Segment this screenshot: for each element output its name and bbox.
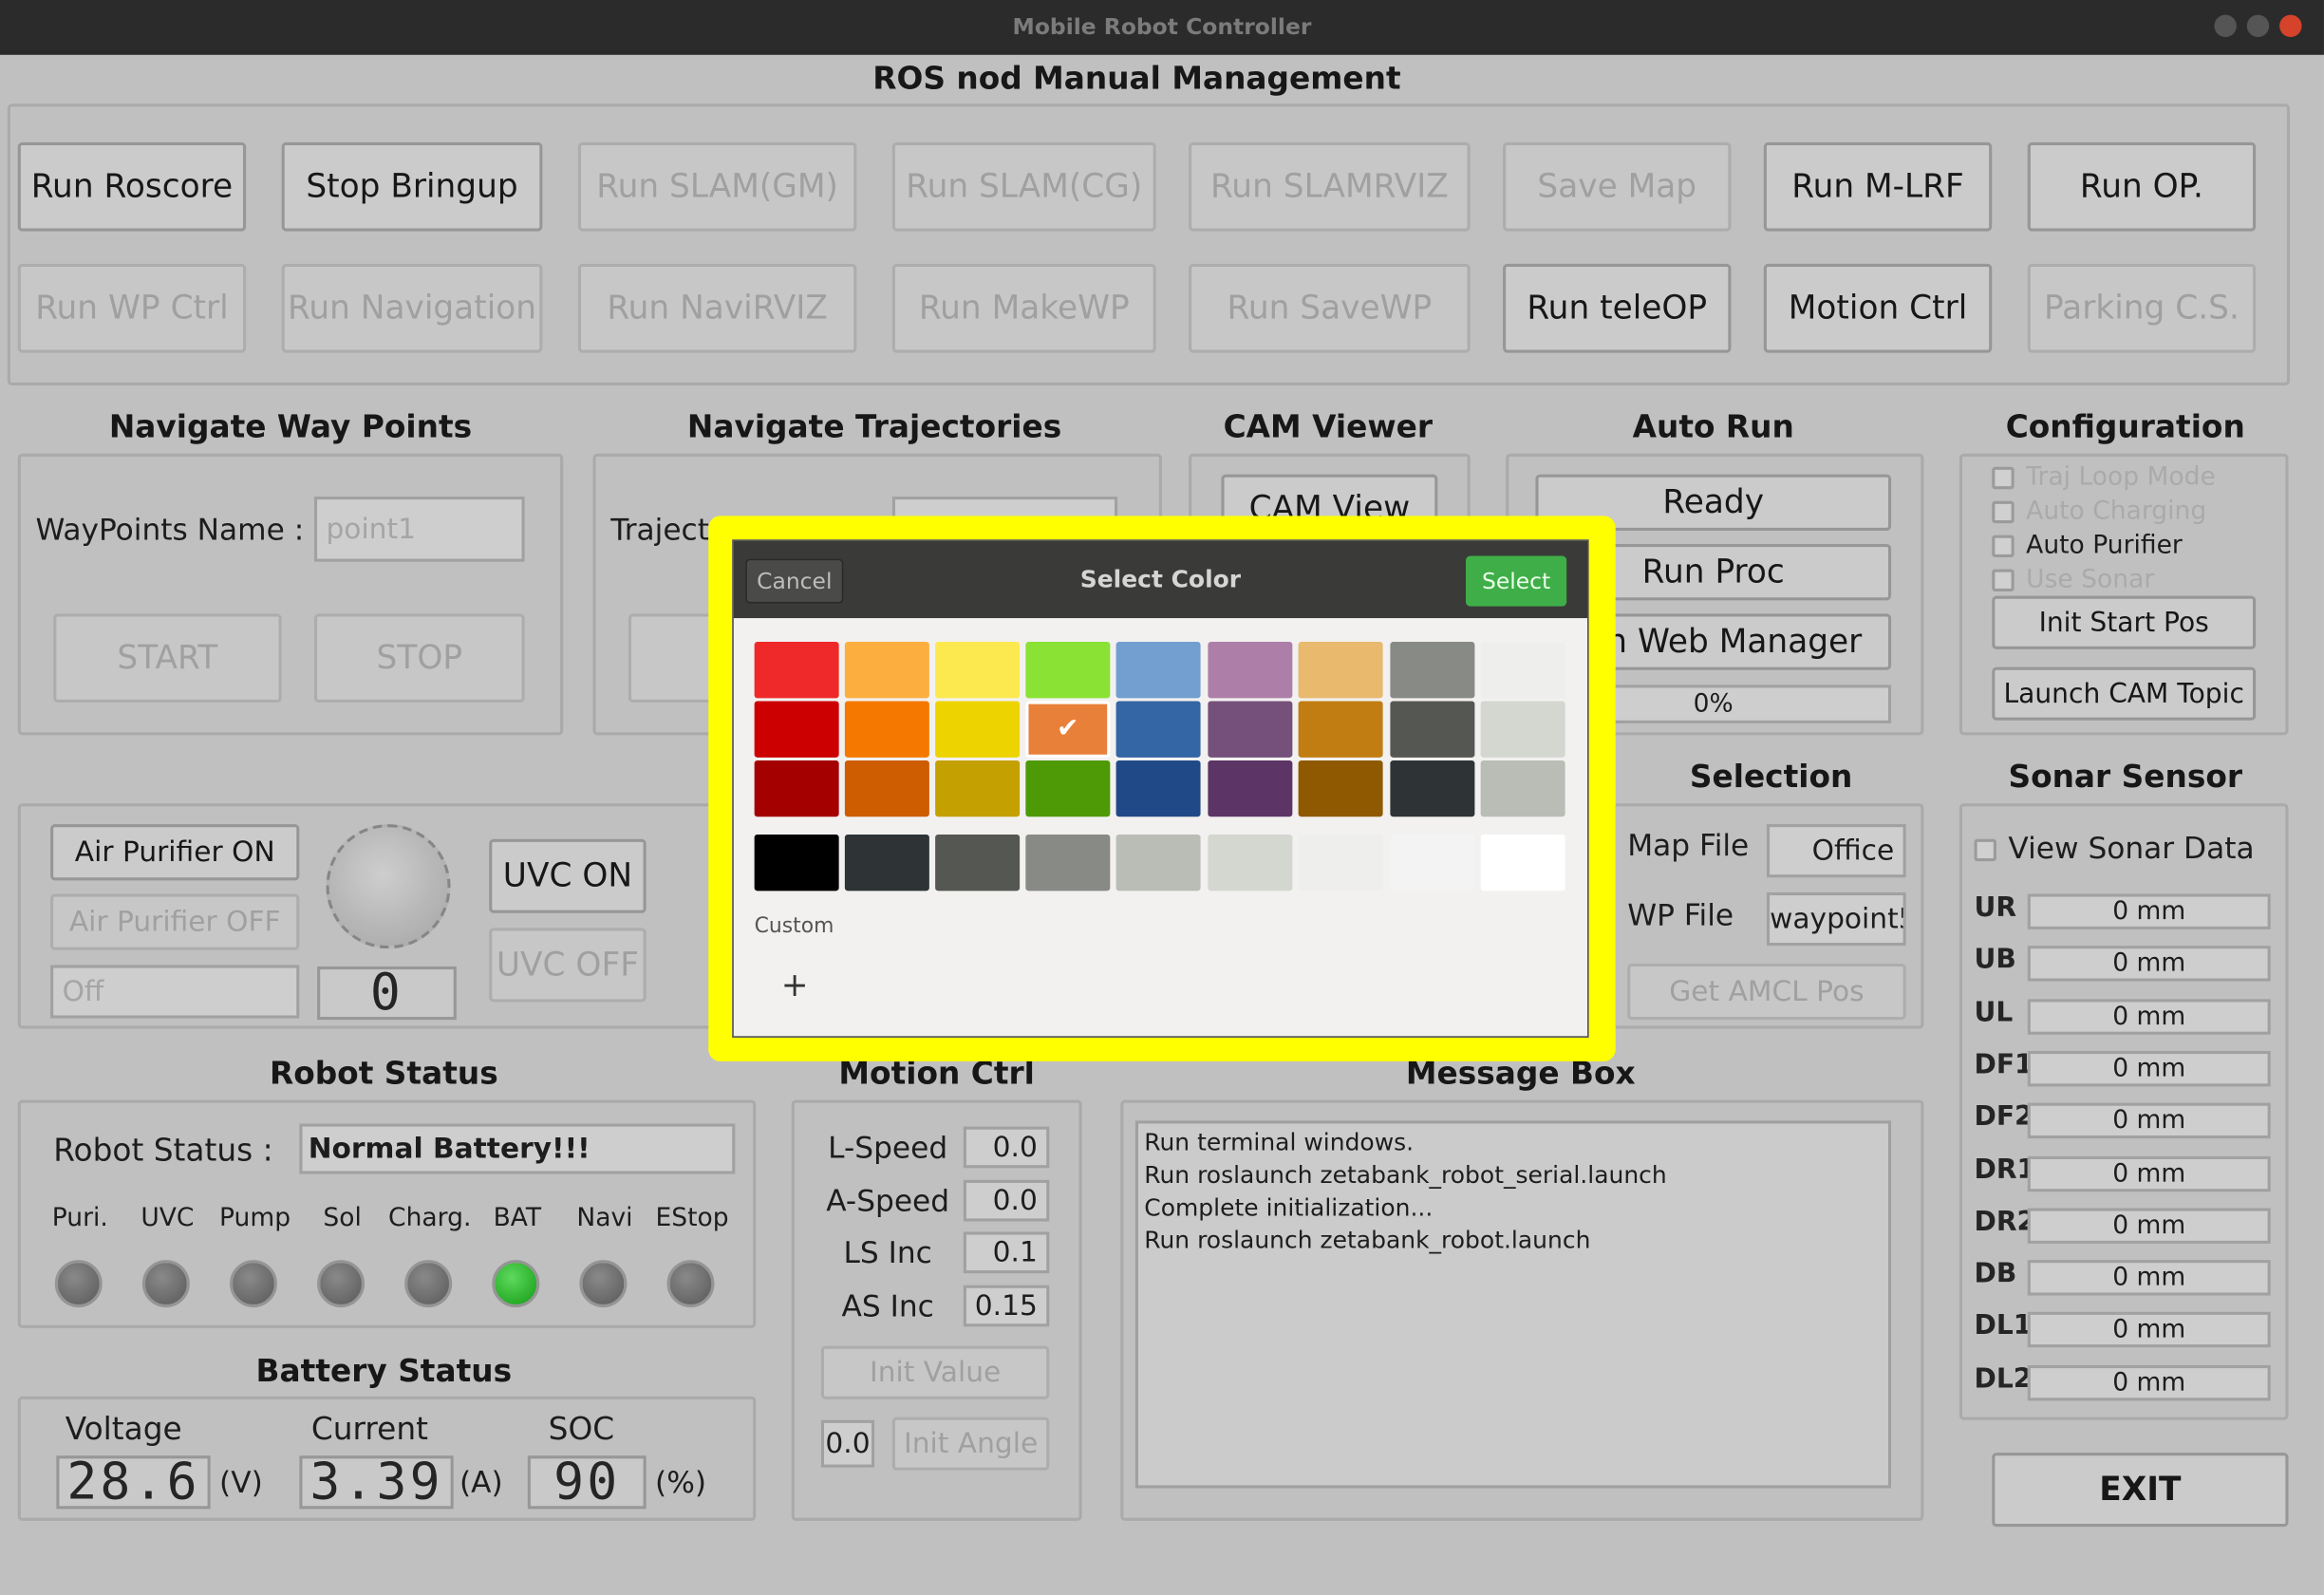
color-swatch[interactable] [844,642,929,699]
gray-swatch[interactable] [935,835,1021,891]
gray-swatch[interactable] [1390,835,1475,891]
color-swatch[interactable] [1390,701,1475,758]
minimize-icon[interactable] [2214,14,2237,38]
color-swatch[interactable] [1390,642,1475,699]
gray-swatch[interactable] [1025,835,1111,891]
check-icon: ✔ [1057,712,1079,744]
color-swatch[interactable] [754,760,839,817]
custom-label: Custom [754,914,834,939]
select-button[interactable]: Select [1466,555,1567,607]
color-swatch[interactable] [1298,701,1383,758]
color-swatch[interactable] [935,701,1021,758]
color-swatch[interactable] [1115,642,1201,699]
color-swatch[interactable] [1208,701,1293,758]
color-swatch[interactable] [935,760,1021,817]
color-swatch[interactable] [1025,760,1111,817]
color-swatch[interactable] [1025,642,1111,699]
color-swatch[interactable] [1390,760,1475,817]
window-title: Mobile Robot Controller [1012,13,1312,41]
color-swatch[interactable] [1480,760,1565,817]
color-swatch[interactable] [1298,760,1383,817]
window-titlebar: Mobile Robot Controller [0,0,2324,55]
color-swatch[interactable] [1298,642,1383,699]
color-swatch[interactable] [1208,642,1293,699]
color-dialog: Cancel Select Color Select ✔ Custom + [732,539,1589,1038]
color-swatch[interactable] [844,760,929,817]
color-swatch[interactable] [1480,642,1565,699]
gray-swatch[interactable] [1115,835,1201,891]
add-custom-color-icon[interactable]: + [781,968,809,1005]
maximize-icon[interactable] [2246,14,2270,38]
dialog-header [733,540,1588,619]
cancel-button[interactable]: Cancel [745,558,844,604]
close-icon[interactable] [2279,14,2302,38]
color-swatch[interactable] [1208,760,1293,817]
color-swatch[interactable]: ✔ [1025,701,1111,758]
gray-swatch[interactable] [754,835,839,891]
color-swatch[interactable] [1115,760,1201,817]
gray-swatch[interactable] [1480,835,1565,891]
gray-swatch[interactable] [844,835,929,891]
color-swatch[interactable] [844,701,929,758]
color-swatch[interactable] [754,701,839,758]
color-swatch[interactable] [1480,701,1565,758]
color-swatch[interactable] [935,642,1021,699]
color-swatch[interactable] [754,642,839,699]
color-swatch[interactable] [1115,701,1201,758]
gray-swatch[interactable] [1208,835,1293,891]
gray-swatch[interactable] [1298,835,1383,891]
